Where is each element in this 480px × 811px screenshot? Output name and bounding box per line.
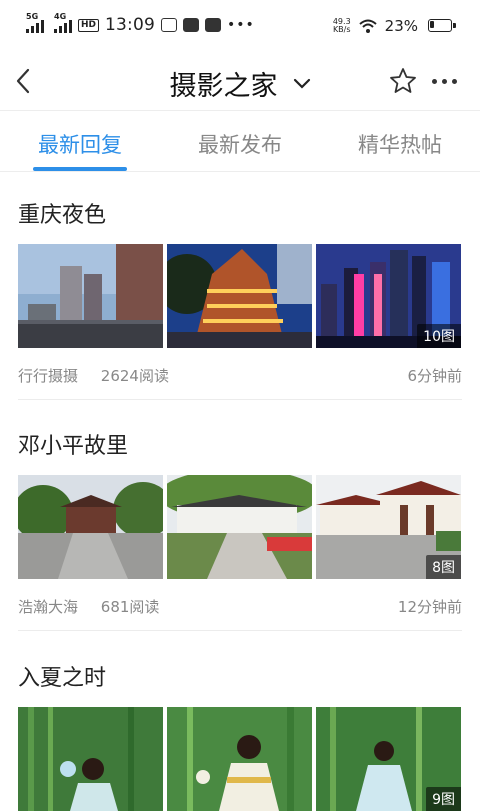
active-tab-indicator bbox=[33, 167, 127, 171]
post-title: 重庆夜色 bbox=[18, 203, 107, 228]
tab-label: 最新回复 bbox=[38, 133, 122, 157]
speed-unit: KB/s bbox=[332, 25, 351, 34]
post-photo[interactable] bbox=[167, 475, 312, 579]
post-photo[interactable] bbox=[18, 475, 163, 579]
post-photo[interactable] bbox=[18, 244, 163, 348]
post-photo[interactable] bbox=[167, 707, 312, 811]
favorite-star-icon[interactable] bbox=[389, 67, 417, 95]
post-card[interactable]: 入夏之时 9图 bbox=[18, 660, 462, 811]
post-photo[interactable]: 9图 bbox=[316, 707, 461, 811]
app-notification-icon bbox=[161, 18, 178, 32]
network-5g-label: 5G bbox=[26, 12, 39, 21]
post-time: 6分钟前 bbox=[407, 367, 462, 385]
post-author: 浩瀚大海 bbox=[18, 598, 79, 616]
post-time: 12分钟前 bbox=[397, 598, 462, 616]
app-notification-icon bbox=[183, 18, 200, 32]
battery-level bbox=[430, 21, 434, 28]
battery-percent: 23% bbox=[384, 17, 418, 35]
image-count-badge: 8图 bbox=[426, 555, 461, 579]
post-photo[interactable] bbox=[167, 244, 312, 348]
tab-label: 精华热帖 bbox=[358, 133, 442, 157]
post-card[interactable]: 邓小平故里 8图 浩瀚大海 681阅读 12分钟前 bbox=[18, 428, 462, 631]
divider bbox=[18, 630, 462, 631]
signal-4g-icon: 4G bbox=[54, 13, 72, 33]
battery-icon bbox=[428, 19, 456, 32]
status-time: 13:09 bbox=[105, 15, 156, 35]
post-thumbnails: 8图 bbox=[18, 475, 461, 579]
more-notifications-icon: ••• bbox=[227, 17, 255, 33]
status-bar: 5G 4G HD 13:09 ••• 49.3 KB/s 23% bbox=[0, 0, 480, 52]
more-options-icon[interactable] bbox=[432, 79, 457, 84]
tab-label: 最新发布 bbox=[198, 133, 282, 157]
post-photo[interactable] bbox=[18, 707, 163, 811]
wifi-icon bbox=[358, 19, 377, 33]
post-reads: 2624阅读 bbox=[100, 367, 169, 385]
image-count-badge: 10图 bbox=[417, 324, 461, 348]
signal-5g-icon: 5G bbox=[26, 13, 44, 33]
post-photo[interactable]: 8图 bbox=[316, 475, 461, 579]
chevron-down-icon bbox=[293, 78, 310, 89]
post-card[interactable]: 重庆夜色 10图 行行摄摄 2624阅读 6分钟前 bbox=[18, 197, 462, 400]
post-author: 行行摄摄 bbox=[18, 367, 79, 385]
hd-voice-icon: HD bbox=[78, 18, 100, 32]
post-meta: 浩瀚大海 681阅读 12分钟前 bbox=[18, 596, 462, 617]
network-4g-label: 4G bbox=[54, 12, 67, 21]
network-speed: 49.3 KB/s bbox=[333, 18, 351, 34]
divider bbox=[18, 399, 462, 400]
tab-latest-reply[interactable]: 最新回复 bbox=[0, 111, 160, 171]
post-reads: 681阅读 bbox=[100, 598, 160, 616]
mail-notification-icon bbox=[205, 18, 222, 32]
image-count-badge: 9图 bbox=[426, 787, 461, 811]
post-title: 邓小平故里 bbox=[18, 434, 129, 459]
tab-bar: 最新回复 最新发布 精华热帖 bbox=[0, 111, 480, 172]
tab-featured[interactable]: 精华热帖 bbox=[320, 111, 480, 171]
tab-latest-post[interactable]: 最新发布 bbox=[160, 111, 320, 171]
header-bar: 摄影之家 bbox=[0, 52, 480, 111]
page-title: 摄影之家 bbox=[169, 71, 278, 102]
post-meta: 行行摄摄 2624阅读 6分钟前 bbox=[18, 365, 462, 386]
post-photo[interactable]: 10图 bbox=[316, 244, 461, 348]
post-thumbnails: 9图 bbox=[18, 707, 461, 811]
post-thumbnails: 10图 bbox=[18, 244, 461, 348]
post-title: 入夏之时 bbox=[18, 666, 107, 691]
